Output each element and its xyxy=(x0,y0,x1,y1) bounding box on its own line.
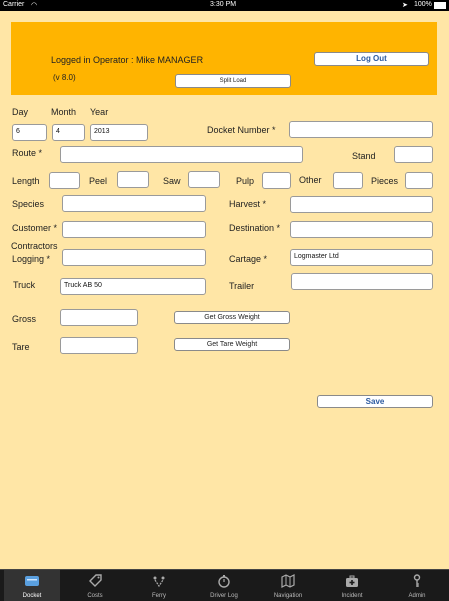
trailer-field[interactable] xyxy=(291,273,433,290)
map-icon xyxy=(281,574,295,588)
tab-incident-label: Incident xyxy=(341,593,363,599)
get-tare-weight-button[interactable]: Get Tare Weight xyxy=(174,338,290,351)
status-bar: Carrier ◠ 3:30 PM ➤ 100% xyxy=(0,0,449,11)
length-field[interactable] xyxy=(49,172,80,189)
tare-field[interactable] xyxy=(60,337,138,354)
customer-field[interactable] xyxy=(62,221,206,238)
logged-in-label: Logged in Operator : Mike MANAGER xyxy=(51,55,204,65)
peel-field[interactable] xyxy=(117,171,149,188)
carrier-label: Carrier xyxy=(3,1,25,8)
gross-label: Gross xyxy=(12,314,37,324)
peel-label: Peel xyxy=(89,176,108,186)
pieces-field[interactable] xyxy=(405,172,433,189)
harvest-label: Harvest * xyxy=(229,199,267,209)
logout-button[interactable]: Log Out xyxy=(314,52,429,66)
month-field[interactable]: 4 xyxy=(52,124,85,141)
stand-field[interactable] xyxy=(394,146,433,163)
truck-field[interactable]: Truck AB 50 xyxy=(60,278,206,295)
route-field[interactable] xyxy=(60,146,303,163)
tab-driver-log[interactable]: Driver Log xyxy=(196,570,252,601)
tab-navigation-label: Navigation xyxy=(273,593,303,599)
destination-label: Destination * xyxy=(229,223,281,233)
tab-navigation[interactable]: Navigation xyxy=(260,570,316,601)
tab-bar: Docket Costs Ferry Driver Log Navigation xyxy=(0,569,449,601)
day-label: Day xyxy=(12,107,29,117)
docket-icon xyxy=(25,576,39,586)
length-label: Length xyxy=(12,176,40,186)
pulp-label: Pulp xyxy=(236,176,255,186)
logging-field[interactable] xyxy=(62,249,206,266)
saw-label: Saw xyxy=(163,176,181,186)
stand-label: Stand xyxy=(352,151,376,161)
saw-field[interactable] xyxy=(188,171,220,188)
battery-icon xyxy=(434,2,446,9)
tab-costs[interactable]: Costs xyxy=(67,570,123,601)
year-label: Year xyxy=(90,107,109,117)
docket-number-field[interactable] xyxy=(289,121,433,138)
pulp-field[interactable] xyxy=(262,172,291,189)
customer-label: Customer * xyxy=(12,223,58,233)
wifi-icon: ◠ xyxy=(31,2,38,9)
version-label: (v 8.0) xyxy=(53,73,76,82)
harvest-field[interactable] xyxy=(290,196,433,213)
tab-ferry-label: Ferry xyxy=(152,593,166,599)
save-button[interactable]: Save xyxy=(317,395,433,408)
battery-label: 100% xyxy=(414,1,432,8)
year-field[interactable]: 2013 xyxy=(90,124,148,141)
key-icon xyxy=(413,574,421,587)
location-icon: ➤ xyxy=(402,2,408,9)
tab-incident[interactable]: Incident xyxy=(324,570,380,601)
species-field[interactable] xyxy=(62,195,206,212)
tab-docket[interactable]: Docket xyxy=(4,570,60,601)
truck-label: Truck xyxy=(13,280,36,290)
month-label: Month xyxy=(51,107,77,117)
split-load-button[interactable]: Split Load xyxy=(175,74,291,88)
operator-header: Logged in Operator : Mike MANAGER (v 8.0… xyxy=(11,22,437,95)
tab-admin-label: Admin xyxy=(408,593,426,599)
tab-costs-label: Costs xyxy=(87,593,103,599)
ferry-icon xyxy=(153,576,165,588)
stopwatch-icon xyxy=(218,575,230,588)
tab-ferry[interactable]: Ferry xyxy=(131,570,187,601)
cartage-label: Cartage * xyxy=(229,254,268,264)
cartage-field[interactable]: Logmaster Ltd xyxy=(290,249,433,266)
docket-number-label: Docket Number * xyxy=(207,125,276,135)
other-label: Other xyxy=(299,175,322,185)
destination-field[interactable] xyxy=(290,221,433,238)
trailer-label: Trailer xyxy=(229,281,255,291)
gross-field[interactable] xyxy=(60,309,138,326)
species-label: Species xyxy=(12,199,45,209)
tag-icon xyxy=(89,574,102,587)
other-field[interactable] xyxy=(333,172,363,189)
tab-driver-log-label: Driver Log xyxy=(210,593,238,599)
clock-label: 3:30 PM xyxy=(210,1,237,8)
pieces-label: Pieces xyxy=(371,176,399,186)
logging-label: Logging * xyxy=(12,254,51,264)
route-label: Route * xyxy=(12,148,43,158)
contractors-label: Contractors xyxy=(11,241,58,251)
tare-label: Tare xyxy=(12,342,30,352)
tab-admin[interactable]: Admin xyxy=(389,570,445,601)
day-field[interactable]: 6 xyxy=(12,124,47,141)
first-aid-icon xyxy=(346,575,358,587)
get-gross-weight-button[interactable]: Get Gross Weight xyxy=(174,311,290,324)
tab-docket-label: Docket xyxy=(22,593,42,599)
